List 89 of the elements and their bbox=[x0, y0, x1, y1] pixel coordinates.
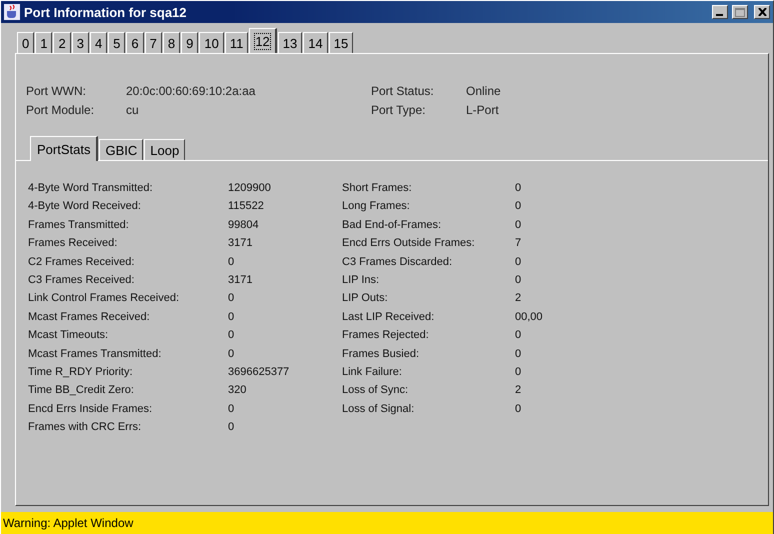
stat-label: Frames Received: bbox=[28, 237, 118, 250]
stat-label: Time R_RDY Priority: bbox=[28, 366, 134, 378]
stat-label: Bad End-of-Frames: bbox=[342, 218, 442, 231]
stat-value: 0 bbox=[228, 329, 234, 342]
stat-value: 3171 bbox=[228, 237, 252, 250]
stat-label: Short Frames: bbox=[342, 182, 413, 194]
field-label: Port WWN: bbox=[26, 84, 87, 98]
stat-value: 2 bbox=[515, 292, 522, 304]
stat-value: 115522 bbox=[228, 200, 264, 212]
field-label: Port Module: bbox=[26, 103, 96, 117]
stat-label: Last LIP Received: bbox=[342, 310, 436, 323]
stat-value: 3171 bbox=[228, 274, 252, 286]
stat-value: 1209900 bbox=[228, 182, 271, 194]
maximize-icon bbox=[735, 8, 745, 16]
field-value: L-Port bbox=[466, 103, 499, 117]
port-tab[interactable]: 13 bbox=[278, 32, 302, 53]
stat-label: LIP Ins: bbox=[342, 274, 380, 286]
stat-value: 0 bbox=[228, 310, 234, 323]
stat-value: 0 bbox=[515, 200, 522, 212]
stat-label: Mcast Frames Transmitted: bbox=[28, 348, 162, 360]
stat-label: Frames with CRC Errs: bbox=[28, 421, 142, 434]
stat-value: 0 bbox=[515, 366, 522, 378]
port-tab[interactable]: 1 bbox=[35, 32, 52, 53]
port-tab[interactable]: 5 bbox=[108, 32, 126, 53]
field-value: cu bbox=[126, 103, 139, 117]
port-tab[interactable]: 8 bbox=[162, 32, 180, 53]
port-tab[interactable]: 6 bbox=[126, 32, 144, 53]
port-tab[interactable]: 2 bbox=[53, 32, 71, 53]
stat-label: 4-Byte Word Transmitted: bbox=[28, 182, 154, 194]
port-tab[interactable]: 10 bbox=[199, 32, 224, 53]
stat-value: 0 bbox=[228, 292, 234, 304]
field-value: Online bbox=[466, 84, 501, 98]
stat-label: Link Control Frames Received: bbox=[28, 292, 180, 304]
stat-label: Frames Transmitted: bbox=[28, 218, 130, 231]
field-label: Port Status: bbox=[371, 84, 435, 98]
detail-tab[interactable]: PortStats bbox=[30, 136, 98, 161]
stat-label: 4-Byte Word Received: bbox=[28, 200, 142, 212]
stat-value: 0 bbox=[515, 329, 522, 342]
stat-value: 99804 bbox=[228, 218, 259, 231]
stat-value: 0 bbox=[515, 348, 522, 360]
stat-label: Mcast Frames Received: bbox=[28, 310, 151, 323]
stat-label: Encd Errs Outside Frames: bbox=[342, 237, 476, 250]
port-tab[interactable]: 3 bbox=[72, 32, 89, 53]
stat-label: Long Frames: bbox=[342, 200, 411, 212]
stat-value: 0 bbox=[515, 256, 522, 268]
field-value: 20:0c:00:60:69:10:2a:aa bbox=[126, 84, 256, 98]
detail-tab[interactable]: Loop bbox=[144, 139, 186, 160]
close-icon bbox=[758, 8, 766, 16]
stat-value: 2 bbox=[515, 384, 522, 396]
stat-label: C3 Frames Received: bbox=[28, 274, 136, 286]
port-tab[interactable]: 9 bbox=[181, 32, 198, 53]
stat-label: Frames Rejected: bbox=[342, 329, 430, 342]
stat-value: 0 bbox=[515, 274, 522, 286]
port-tab[interactable]: 0 bbox=[17, 32, 34, 53]
stat-value: 320 bbox=[228, 384, 246, 396]
stat-label: Mcast Timeouts: bbox=[28, 329, 110, 342]
port-tab[interactable]: 7 bbox=[144, 32, 162, 53]
port-tab[interactable]: 14 bbox=[303, 32, 328, 53]
port-tab[interactable]: 4 bbox=[90, 32, 108, 53]
detail-tab[interactable]: GBIC bbox=[99, 139, 144, 160]
stat-label: Time BB_Credit Zero: bbox=[28, 384, 135, 396]
stat-label: Loss of Signal: bbox=[342, 402, 416, 415]
minimize-button[interactable] bbox=[712, 5, 728, 19]
close-button[interactable] bbox=[754, 5, 770, 19]
window-title: Port Information for sqa12 bbox=[24, 4, 188, 20]
port-tab[interactable]: 15 bbox=[328, 32, 354, 53]
stat-value: 0 bbox=[515, 218, 522, 231]
stat-value: 0 bbox=[515, 182, 522, 194]
stat-value: 0 bbox=[515, 402, 522, 415]
java-cup-icon bbox=[4, 4, 20, 20]
stat-value: 0 bbox=[228, 421, 234, 434]
stat-value: 0 bbox=[228, 402, 234, 415]
stat-value: 00,00 bbox=[515, 310, 543, 323]
field-label: Port Type: bbox=[371, 103, 426, 117]
stat-value: 0 bbox=[228, 256, 234, 268]
stat-label: Link Failure: bbox=[342, 366, 403, 378]
status-text: Warning: Applet Window bbox=[3, 516, 134, 530]
stat-value: 7 bbox=[515, 237, 522, 250]
stat-label: LIP Outs: bbox=[342, 292, 389, 304]
stat-label: C3 Frames Discarded: bbox=[342, 256, 454, 268]
stat-label: Encd Errs Inside Frames: bbox=[28, 402, 154, 415]
stat-value: 3696625377 bbox=[228, 366, 290, 378]
maximize-button[interactable] bbox=[732, 5, 748, 19]
stat-label: Frames Busied: bbox=[342, 348, 420, 360]
port-tab[interactable]: 12 bbox=[249, 28, 277, 53]
stat-label: C2 Frames Received: bbox=[28, 256, 136, 268]
stat-label: Loss of Sync: bbox=[342, 384, 410, 396]
port-tab[interactable]: 11 bbox=[224, 32, 248, 53]
stat-value: 0 bbox=[228, 348, 234, 360]
